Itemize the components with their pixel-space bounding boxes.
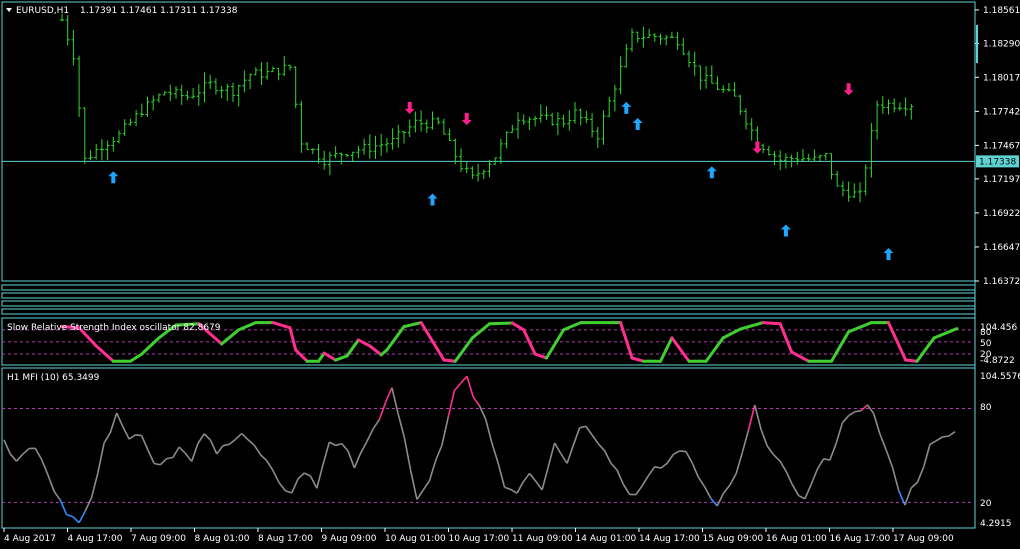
ohlc-text: 1.17391 1.17461 1.17311 1.17338 xyxy=(80,6,238,16)
time-tick-label: 8 Aug 17:00 xyxy=(258,534,313,544)
empty-subwindow-2 xyxy=(1,292,976,299)
time-tick-label: 17 Aug 09:00 xyxy=(893,534,954,544)
srsi-axis-50: 50 xyxy=(980,339,992,349)
mfi-axis-80: 80 xyxy=(980,403,992,413)
time-tick-label: 10 Aug 01:00 xyxy=(385,534,446,544)
mfi-segment xyxy=(942,435,949,438)
price-tick-label: 1.16922 xyxy=(983,209,1020,219)
symbol-label: EURUSD,H1 xyxy=(16,6,69,16)
empty-subwindow-4 xyxy=(1,308,976,315)
chart-window: 1.18561 1.18290 1.18017 1.17742 1.17467 1.173… xyxy=(0,0,1020,549)
time-tick-label: 14 Aug 01:00 xyxy=(576,534,637,544)
mfi-axis-max: 104.5576 xyxy=(980,372,1020,382)
price-tick-label: 1.18561 xyxy=(983,6,1020,16)
price-tick-label: 1.17467 xyxy=(983,141,1020,151)
mfi-segment xyxy=(854,409,862,413)
time-tick-label: 10 Aug 17:00 xyxy=(449,534,510,544)
chart-canvas[interactable]: 1.18561 1.18290 1.18017 1.17742 1.17467 1.173… xyxy=(0,0,1020,549)
time-tick-label: 16 Aug 17:00 xyxy=(830,534,891,544)
time-axis: 4 Aug 2017 4 Aug 17:00 7 Aug 09:00 8 Aug 01… xyxy=(3,528,954,544)
empty-subwindow-1 xyxy=(1,284,976,291)
time-tick-label: 14 Aug 17:00 xyxy=(639,534,700,544)
mfi-segment xyxy=(135,434,142,437)
time-tick-label: 4 Aug 17:00 xyxy=(68,534,123,544)
price-tick-label: 1.17197 xyxy=(983,175,1020,185)
srsi-axis-min: -4.8722 xyxy=(980,356,1015,366)
axis-scroll-marker[interactable] xyxy=(976,25,978,63)
time-tick-label: 7 Aug 09:00 xyxy=(131,534,186,544)
srsi-axis-80: 80 xyxy=(980,328,992,338)
price-tick-label: 1.16647 xyxy=(983,243,1020,253)
time-tick-label: 15 Aug 09:00 xyxy=(703,534,764,544)
empty-subwindow-3 xyxy=(1,300,976,307)
time-tick-label: 11 Aug 09:00 xyxy=(512,534,573,544)
time-tick-label: 4 Aug 2017 xyxy=(4,534,56,544)
srsi-title: Slow Relative Strength Index oscillator … xyxy=(7,323,221,333)
mfi-segment xyxy=(166,456,174,460)
time-tick-label: 8 Aug 01:00 xyxy=(195,534,250,544)
price-tick-label: 1.18290 xyxy=(983,39,1020,49)
mfi-title: H1 MFI (10) 65.3499 xyxy=(7,373,100,383)
price-tick-label: 1.16372 xyxy=(983,277,1020,287)
current-price-label: 1.17338 xyxy=(979,157,1016,167)
time-tick-label: 16 Aug 01:00 xyxy=(766,534,827,544)
mfi-panel-frame xyxy=(1,367,976,529)
price-tick-label: 1.17742 xyxy=(983,107,1020,117)
mfi-axis-20: 20 xyxy=(980,499,992,509)
mfi-axis-min: 4.2915 xyxy=(980,519,1012,529)
price-panel-frame xyxy=(1,1,976,282)
time-tick-label: 9 Aug 09:00 xyxy=(322,534,377,544)
price-tick-label: 1.18017 xyxy=(983,73,1020,83)
mfi-segment xyxy=(679,450,687,453)
